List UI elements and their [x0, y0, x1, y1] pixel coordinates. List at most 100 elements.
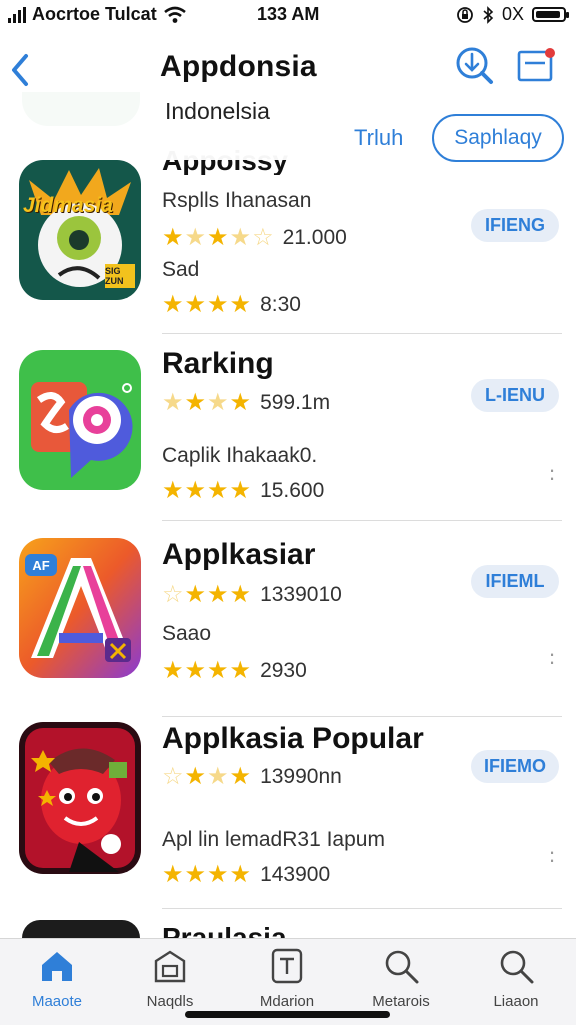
- status-time: 133 AM: [257, 4, 320, 24]
- star-icon: ★: [162, 224, 183, 251]
- tab-search-2[interactable]: Liaaon: [466, 947, 566, 1017]
- star-icon: ★: [184, 291, 206, 318]
- rating-value: 1339010: [260, 582, 342, 606]
- download-search-icon[interactable]: [454, 45, 494, 85]
- star-icon: ★: [207, 477, 228, 504]
- star-icon: ★: [162, 477, 183, 504]
- star-icon: ★: [229, 389, 251, 416]
- filter-chip[interactable]: Saphlaqy: [432, 114, 564, 162]
- divider: [162, 333, 562, 334]
- rating-value: 599.1m: [260, 390, 331, 414]
- battery-icon: [532, 7, 569, 22]
- star-icon: ★: [207, 224, 228, 251]
- lock-rotation-icon: [457, 6, 473, 23]
- rating-value: 21.000: [282, 225, 347, 249]
- wifi-icon: [163, 6, 186, 23]
- app-name: Rarking: [162, 347, 274, 380]
- star-icon: ☆: [252, 224, 273, 251]
- star-icon: ★: [207, 581, 228, 608]
- rating-value: 15.600: [260, 478, 325, 502]
- filter-link[interactable]: Trluh: [354, 125, 403, 151]
- status-bar: Aocrtoe Tulcat 133 AM 0X: [0, 0, 576, 30]
- search-icon: [500, 950, 534, 984]
- tab-tablet[interactable]: Mdarion: [237, 947, 337, 1017]
- app-icon-rarking[interactable]: [19, 350, 141, 490]
- more-options-icon[interactable]: · ·: [548, 643, 556, 673]
- star-icon: ☆: [162, 763, 183, 790]
- top-nav-bar: Appdonsia Indonelsia Trluh Saphlaqy: [0, 30, 576, 162]
- more-options-icon[interactable]: · ·: [548, 459, 556, 489]
- star-icon: ★: [229, 861, 251, 888]
- rating-value: 143900: [260, 862, 331, 886]
- divider: [162, 716, 562, 717]
- star-icon: ★: [229, 657, 251, 684]
- app-icon-art: [19, 722, 141, 874]
- star-icon: ★: [184, 389, 206, 416]
- app-icon-jidmasia[interactable]: Jidmasia SIG ZUN: [19, 160, 141, 300]
- app-name: Applkasia Popular: [162, 722, 424, 755]
- search-icon: [385, 950, 419, 984]
- page-title: Appdonsia: [160, 50, 317, 83]
- status-right: 0X: [456, 4, 569, 25]
- signal-icon: [8, 6, 26, 23]
- app-category: Saao: [162, 622, 212, 645]
- rating-value: 8:30: [260, 292, 301, 316]
- tab-label: Liaaon: [493, 993, 539, 1010]
- rating-value: 2930: [260, 658, 307, 682]
- get-button[interactable]: IFIENG: [471, 209, 559, 242]
- rating-row: ☆ ★ ★ ★ 1339010: [162, 580, 342, 609]
- back-chevron-icon[interactable]: [6, 50, 36, 90]
- more-options-icon[interactable]: · ·: [548, 841, 556, 871]
- inbox-icon[interactable]: [516, 45, 556, 85]
- divider: [162, 908, 562, 909]
- tab-store[interactable]: Naqdls: [120, 947, 220, 1017]
- star-icon: ★: [184, 861, 206, 888]
- app-icon-applkasiar[interactable]: AF: [19, 538, 141, 678]
- get-button[interactable]: IFIEML: [471, 565, 559, 598]
- get-button[interactable]: IFIEMO: [471, 750, 559, 783]
- app-icon-applkasia-popular[interactable]: [19, 722, 141, 874]
- carrier-label: Aocrtoe Tulcat: [32, 4, 157, 24]
- star-icon: ★: [229, 224, 251, 251]
- tab-search[interactable]: Metarois: [351, 947, 451, 1017]
- rating-row: ★ ★ ★ ★ 15.600: [162, 476, 324, 505]
- star-icon: ★: [229, 291, 251, 318]
- page-subtitle: Indonelsia: [165, 98, 270, 124]
- rating-row: ☆ ★ ★ ★ 13990nn: [162, 762, 342, 791]
- app-icon-art: [19, 350, 141, 490]
- tablet-icon: [271, 948, 303, 984]
- divider: [162, 520, 562, 521]
- tab-label: Mdarion: [259, 993, 315, 1010]
- app-icon-badge: SIG ZUN: [105, 266, 124, 286]
- home-icon: [42, 952, 72, 981]
- peek-app-icon: [22, 920, 140, 938]
- star-icon: ★: [229, 581, 251, 608]
- star-icon: ★: [184, 581, 206, 608]
- tab-home[interactable]: Maaote: [7, 947, 107, 1017]
- star-icon: ★: [207, 763, 228, 790]
- app-icon-badge: AF: [25, 554, 57, 576]
- star-icon: ★: [207, 389, 228, 416]
- star-icon: ★: [184, 763, 206, 790]
- star-icon: ★: [229, 477, 251, 504]
- rating-row: ★ ★ ★ ★ 8:30: [162, 290, 301, 319]
- star-icon: ★: [229, 763, 251, 790]
- get-button[interactable]: L-IENU: [471, 379, 559, 412]
- status-left: Aocrtoe Tulcat: [8, 4, 187, 25]
- rating-row: ★ ★ ★ ★ 2930: [162, 656, 307, 685]
- rating-row: ★ ★ ★ ★ ☆ 21.000: [162, 223, 347, 252]
- star-icon: ★: [207, 861, 228, 888]
- bluetooth-icon: [483, 5, 494, 24]
- app-developer: Rsplls Ihanasan: [162, 189, 312, 212]
- tab-label: Metarois: [372, 993, 430, 1010]
- tab-label: Naqdls: [146, 993, 194, 1010]
- app-category: Sad: [162, 258, 200, 281]
- star-icon: ★: [184, 224, 206, 251]
- star-icon: ☆: [162, 581, 183, 608]
- star-icon: ★: [162, 657, 183, 684]
- star-icon: ★: [207, 657, 228, 684]
- rating-row: ★ ★ ★ ★ 599.1m: [162, 388, 330, 417]
- app-developer: Caplik Ihakaak0.: [162, 444, 318, 467]
- star-icon: ★: [162, 389, 183, 416]
- star-icon: ★: [184, 477, 206, 504]
